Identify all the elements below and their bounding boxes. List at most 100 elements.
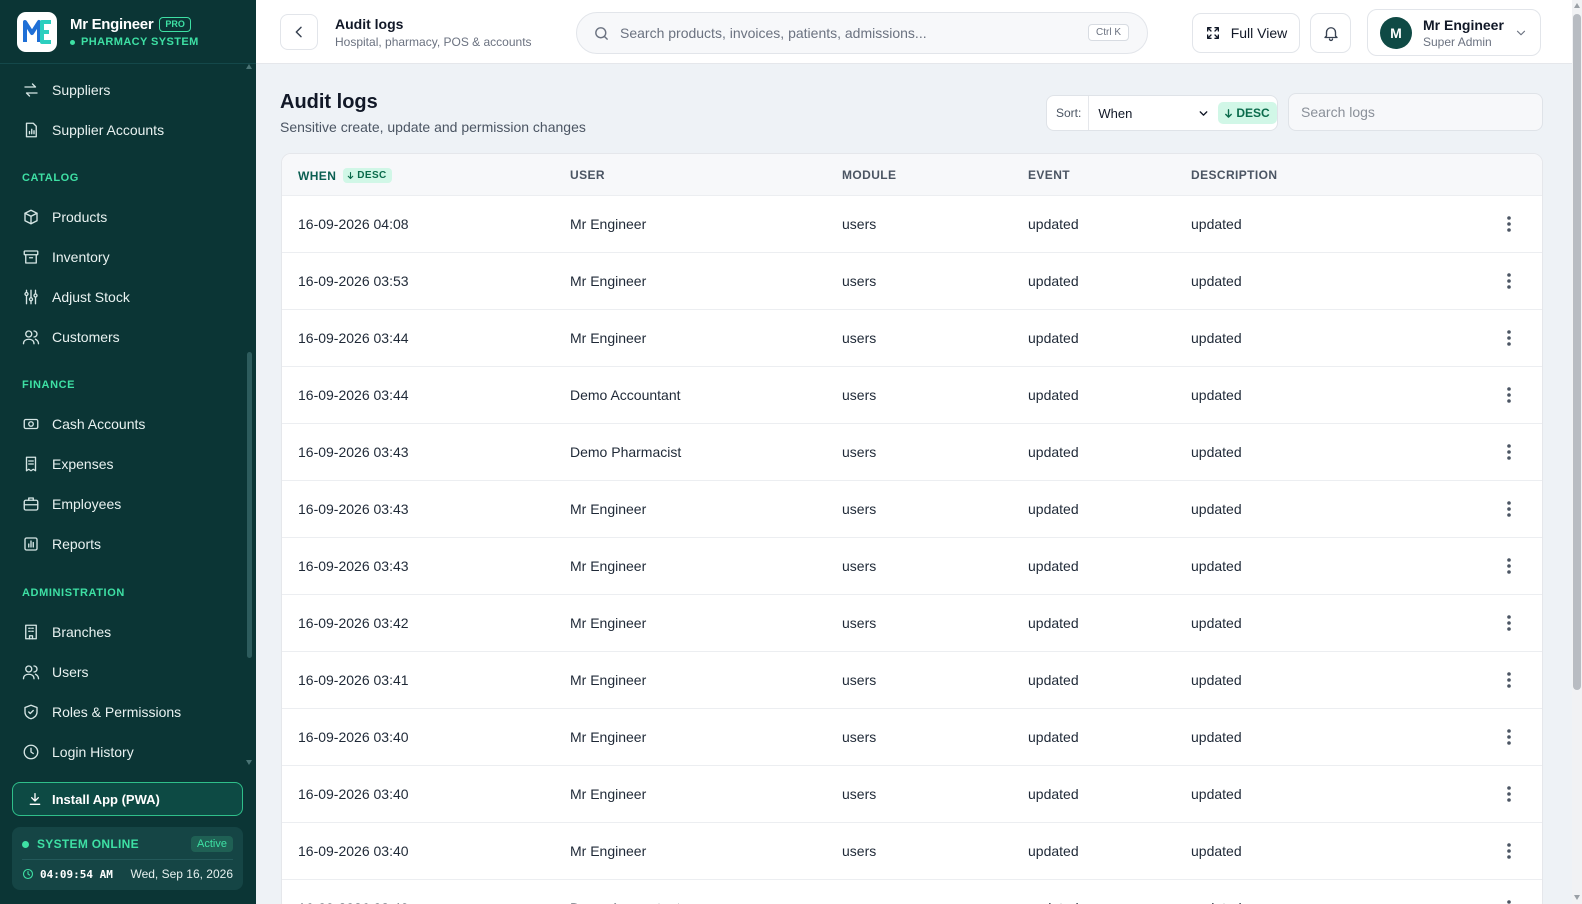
- global-search[interactable]: Ctrl K: [576, 12, 1148, 54]
- building-icon: [25, 624, 37, 640]
- row-actions-button[interactable]: [1500, 442, 1518, 462]
- table-row[interactable]: 16-09-2026 03:40 Mr Engineer users updated u…: [282, 822, 1542, 879]
- sidebar-scroll-up[interactable]: [246, 64, 252, 69]
- kebab-icon: [1507, 273, 1511, 289]
- table-row[interactable]: 16-09-2026 03:40 Mr Engineer users updated u…: [282, 765, 1542, 822]
- cell-description: updated: [1191, 672, 1242, 688]
- table-row[interactable]: 16-09-2026 03:43 Mr Engineer users updated u…: [282, 537, 1542, 594]
- table-row[interactable]: 16-09-2026 03:42 Mr Engineer users updated u…: [282, 594, 1542, 651]
- row-actions-button[interactable]: [1500, 385, 1518, 405]
- page-scrollbar-thumb[interactable]: [1573, 14, 1581, 690]
- sidebar-item-suppliers[interactable]: Suppliers: [22, 79, 110, 101]
- receipt-icon: [25, 456, 37, 472]
- cell-user: Mr Engineer: [570, 672, 647, 688]
- table-row[interactable]: 16-09-2026 03:40 Mr Engineer users updated u…: [282, 708, 1542, 765]
- column-header-when[interactable]: WHEN DESC: [298, 168, 392, 183]
- row-actions-button[interactable]: [1500, 214, 1518, 234]
- global-search-input[interactable]: [620, 25, 1070, 41]
- sidebar-item-customers[interactable]: Customers: [22, 326, 120, 348]
- table-row[interactable]: 16-09-2026 03:43 Mr Engineer users updated u…: [282, 480, 1542, 537]
- column-header-module[interactable]: MODULE: [842, 168, 896, 182]
- install-app-button[interactable]: Install App (PWA): [12, 782, 243, 816]
- box-icon: [24, 209, 38, 225]
- column-header-event[interactable]: EVENT: [1028, 168, 1070, 182]
- full-view-button[interactable]: Full View: [1192, 13, 1300, 53]
- row-actions-button[interactable]: [1500, 328, 1518, 348]
- cell-module: users: [842, 387, 877, 403]
- page-subtitle: Hospital, pharmacy, POS & accounts: [335, 35, 532, 49]
- cell-user: Mr Engineer: [570, 330, 647, 346]
- sidebar-item-expenses[interactable]: Expenses: [22, 453, 113, 475]
- sidebar-item-label: Employees: [52, 496, 122, 512]
- cell-user: Demo Accountant: [570, 900, 681, 904]
- column-header-description[interactable]: DESCRIPTION: [1191, 168, 1277, 182]
- cell-when: 16-09-2026 03:44: [298, 387, 409, 403]
- cell-description: updated: [1191, 786, 1242, 802]
- sidebar-item-employees[interactable]: Employees: [22, 493, 121, 515]
- sidebar-item-branches[interactable]: Branches: [22, 621, 111, 643]
- notifications-button[interactable]: [1310, 13, 1351, 53]
- table-row[interactable]: 16-09-2026 03:44 Mr Engineer users updated u…: [282, 309, 1542, 366]
- column-header-user[interactable]: USER: [570, 168, 605, 182]
- user-name: Mr Engineer: [1423, 16, 1504, 33]
- row-actions-button[interactable]: [1500, 784, 1518, 804]
- bell-icon: [1323, 27, 1338, 42]
- table-row[interactable]: 16-09-2026 03:43 Demo Pharmacist users upda…: [282, 423, 1542, 480]
- cell-event: updated: [1028, 216, 1079, 232]
- row-actions-button[interactable]: [1500, 727, 1518, 747]
- sidebar-item-inventory[interactable]: Inventory: [22, 246, 110, 268]
- row-actions-button[interactable]: [1500, 271, 1518, 291]
- table-row[interactable]: 16-09-2026 04:08 Mr Engineer users updated u…: [282, 195, 1542, 252]
- cell-module: users: [842, 216, 877, 232]
- sidebar-item-login-history[interactable]: Login History: [22, 741, 134, 763]
- cell-description: updated: [1191, 273, 1242, 289]
- cell-event: updated: [1028, 387, 1079, 403]
- row-actions-button[interactable]: [1500, 670, 1518, 690]
- sidebar-item-roles-permissions[interactable]: Roles & Permissions: [22, 701, 181, 723]
- sidebar-item-adjust-stock[interactable]: Adjust Stock: [22, 286, 130, 308]
- brand-logo: [17, 12, 57, 52]
- status-label: SYSTEM ONLINE: [37, 837, 139, 851]
- cell-when: 16-09-2026 03:44: [298, 330, 409, 346]
- cell-when: 16-09-2026 03:43: [298, 558, 409, 574]
- sidebar-item-cash-accounts[interactable]: Cash Accounts: [22, 413, 145, 435]
- row-actions-button[interactable]: [1500, 499, 1518, 519]
- sidebar-item-products[interactable]: Products: [22, 206, 107, 228]
- cell-description: updated: [1191, 501, 1242, 517]
- sidebar-item-label: Branches: [52, 624, 112, 640]
- row-actions-button[interactable]: [1500, 613, 1518, 633]
- table-row[interactable]: 16-09-2026 03:41 Mr Engineer users updated u…: [282, 651, 1542, 708]
- row-actions-button[interactable]: [1500, 556, 1518, 576]
- table-row[interactable]: 16-09-2026 03:40 Demo Accountant users upda…: [282, 879, 1542, 904]
- brand[interactable]: Mr Engineer PRO PHARMACY SYSTEM: [17, 12, 199, 52]
- user-menu-button[interactable]: M Mr Engineer Super Admin: [1367, 9, 1541, 56]
- row-actions-button[interactable]: [1500, 841, 1518, 861]
- cell-event: updated: [1028, 843, 1079, 859]
- cell-module: users: [842, 843, 877, 859]
- sidebar-item-users[interactable]: Users: [22, 661, 89, 683]
- page-scroll-up[interactable]: [1574, 3, 1580, 8]
- kebab-icon: [1507, 501, 1511, 517]
- document-chart-icon: [25, 122, 37, 138]
- page-scroll-down[interactable]: [1574, 895, 1580, 900]
- back-button[interactable]: [280, 14, 318, 50]
- sort-direction-toggle[interactable]: DESC: [1218, 102, 1277, 124]
- table-row[interactable]: 16-09-2026 03:44 Demo Accountant users upda…: [282, 366, 1542, 423]
- sidebar-item-label: Cash Accounts: [52, 416, 146, 432]
- section-title-administration: ADMINISTRATION: [22, 587, 125, 599]
- table-row[interactable]: 16-09-2026 03:53 Mr Engineer users updated u…: [282, 252, 1542, 309]
- row-actions-button[interactable]: [1500, 898, 1518, 904]
- cell-when: 16-09-2026 03:40: [298, 729, 409, 745]
- page-title: Audit logs: [335, 16, 404, 32]
- sidebar-scroll-down[interactable]: [246, 760, 252, 765]
- online-dot: [70, 39, 75, 45]
- sidebar-item-reports[interactable]: Reports: [22, 533, 101, 555]
- search-logs-input[interactable]: [1288, 93, 1543, 131]
- status-dot: [22, 840, 29, 848]
- sidebar-item-supplier-accounts[interactable]: Supplier Accounts: [22, 119, 164, 141]
- arrow-down-icon: [347, 171, 354, 180]
- cell-event: updated: [1028, 330, 1079, 346]
- sidebar-item-label: Supplier Accounts: [52, 122, 165, 138]
- sidebar-scrollbar[interactable]: [247, 352, 252, 658]
- sort-select[interactable]: When: [1098, 106, 1210, 121]
